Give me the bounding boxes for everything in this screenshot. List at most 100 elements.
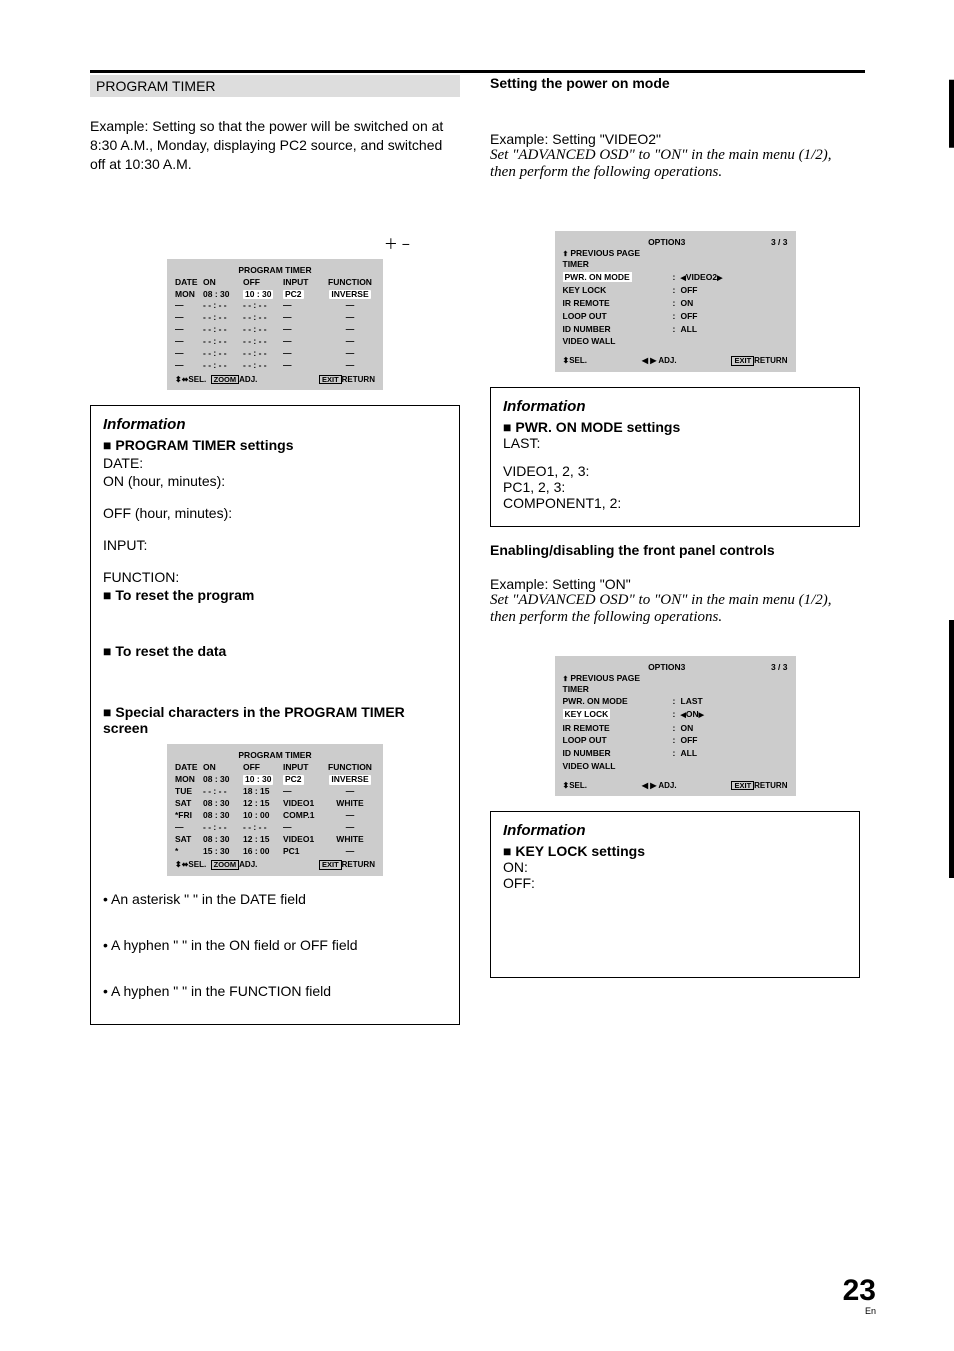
page-num-suffix: En (843, 1306, 876, 1316)
previous-page-link: PREVIOUS PAGE (563, 673, 788, 683)
opt-colon: : (673, 297, 681, 310)
info-keylock-on: ON: (503, 859, 847, 875)
option-row: IR REMOTE:ON (563, 297, 788, 310)
footer-zoom: ZOOM (211, 860, 240, 870)
table-row: MON08 : 3010 : 30PC2INVERSE (175, 774, 375, 786)
example-text: Example: Setting "VIDEO2" (490, 131, 860, 147)
footer-sel: ⬍SEL. (563, 356, 587, 366)
option-row: PWR. ON MODE:LAST (563, 695, 788, 708)
cell: INVERSE (325, 289, 375, 301)
osd-program-timer-2: PROGRAM TIMER DATE ON OFF INPUT FUNCTION… (167, 744, 383, 876)
option-row: IR REMOTE:ON (563, 722, 788, 735)
page-number: 23 En (843, 1276, 876, 1316)
opt-value: ON (681, 722, 788, 735)
cell: 08 : 30 (203, 289, 243, 301)
cell: PC2 (283, 774, 325, 786)
cell: - - : - - (243, 348, 283, 360)
table-row: —- - : - -- - : - -—— (175, 822, 375, 834)
info-subtitle: PWR. ON MODE settings (503, 419, 847, 435)
cell: — (325, 324, 375, 336)
side-tab-osd-controls: OSD (On Screen Display) Controls (949, 620, 954, 878)
cell: — (325, 312, 375, 324)
cell: TUE (175, 786, 203, 798)
footer-sel: ⬍⬌SEL. (175, 860, 206, 869)
th-date: DATE (175, 277, 203, 289)
table-row: —- - : - -- - : - -—— (175, 348, 375, 360)
cell: - - : - - (203, 312, 243, 324)
cell: 08 : 30 (203, 834, 243, 846)
osd-title: PROGRAM TIMER (175, 750, 375, 760)
cell: — (175, 348, 203, 360)
option-row: TIMER (563, 258, 788, 271)
footer-exit: EXIT (319, 860, 342, 870)
cell: — (175, 360, 203, 372)
opt-value: ALL (681, 323, 788, 336)
footer-adj: ADJ. (239, 375, 257, 384)
opt-label: KEY LOCK (563, 284, 673, 297)
opt-colon: : (673, 722, 681, 735)
cell: - - : - - (203, 324, 243, 336)
footer-adj: ◀ ▶ ADJ. (642, 781, 677, 791)
th-off: OFF (243, 277, 283, 289)
cell: WHITE (325, 834, 375, 846)
table-row: MON08 : 3010 : 30PC2INVERSE (175, 289, 375, 301)
cell: INVERSE (325, 774, 375, 786)
option-row: LOOP OUT:OFF (563, 310, 788, 323)
opt-colon: : (673, 695, 681, 708)
option-row: ID NUMBER:ALL (563, 323, 788, 336)
info-last: LAST: (503, 435, 847, 451)
th-input: INPUT (283, 762, 325, 774)
previous-page-link: PREVIOUS PAGE (563, 248, 788, 258)
option-row: KEY LOCK:OFF (563, 284, 788, 297)
th-func: FUNCTION (325, 277, 375, 289)
th-date: DATE (175, 762, 203, 774)
cell: 12 : 15 (243, 834, 283, 846)
cell: 10 : 30 (243, 774, 283, 786)
opt-value: VIDEO2 (681, 271, 788, 285)
th-input: INPUT (283, 277, 325, 289)
opt-value: LAST (681, 695, 788, 708)
opt-colon: : (673, 708, 681, 722)
cell: - - : - - (243, 300, 283, 312)
example-text: Example: Setting "ON" (490, 576, 860, 592)
opt-value: OFF (681, 734, 788, 747)
option-row: KEY LOCK:ON (563, 708, 788, 722)
opt-label: LOOP OUT (563, 734, 673, 747)
cell: 10 : 30 (243, 289, 283, 301)
table-row: —- - : - -- - : - -—— (175, 300, 375, 312)
cell: 12 : 15 (243, 798, 283, 810)
info-off: OFF (hour, minutes): (103, 505, 447, 521)
opt-colon: : (673, 271, 681, 285)
info-date: DATE: (103, 455, 447, 471)
cell: — (175, 324, 203, 336)
table-row: —- - : - -- - : - -—— (175, 324, 375, 336)
osd-page-indicator: 3 / 3 (771, 662, 788, 672)
section-title: Enabling/disabling the front panel contr… (490, 542, 860, 558)
bullet-hyphen-func: • A hyphen " " in the FUNCTION field (103, 983, 447, 999)
table-row: SAT08 : 3012 : 15VIDEO1WHITE (175, 798, 375, 810)
table-row: *15 : 3016 : 00PC1— (175, 846, 375, 858)
osd-program-timer-1: PROGRAM TIMER DATE ON OFF INPUT FUNCTION… (167, 259, 383, 391)
opt-label: TIMER (563, 258, 673, 271)
option-row: TIMER (563, 683, 788, 696)
info-subtitle: PROGRAM TIMER settings (103, 437, 447, 453)
footer-adj: ADJ. (239, 860, 257, 869)
cell: — (325, 846, 375, 858)
footer-return: RETURN (754, 781, 787, 790)
info-video: VIDEO1, 2, 3: (503, 463, 847, 479)
cell: — (283, 348, 325, 360)
cell: - - : - - (203, 300, 243, 312)
cell: - - : - - (203, 336, 243, 348)
info-on: ON (hour, minutes): (103, 473, 447, 489)
cell: - - : - - (203, 348, 243, 360)
cell: — (175, 312, 203, 324)
opt-colon: : (673, 284, 681, 297)
cell: 08 : 30 (203, 774, 243, 786)
cell: - - : - - (243, 312, 283, 324)
opt-colon: : (673, 310, 681, 323)
opt-label: ID NUMBER (563, 747, 673, 760)
cell: — (283, 786, 325, 798)
cell: — (283, 360, 325, 372)
cell: 08 : 30 (203, 798, 243, 810)
cell: — (325, 348, 375, 360)
